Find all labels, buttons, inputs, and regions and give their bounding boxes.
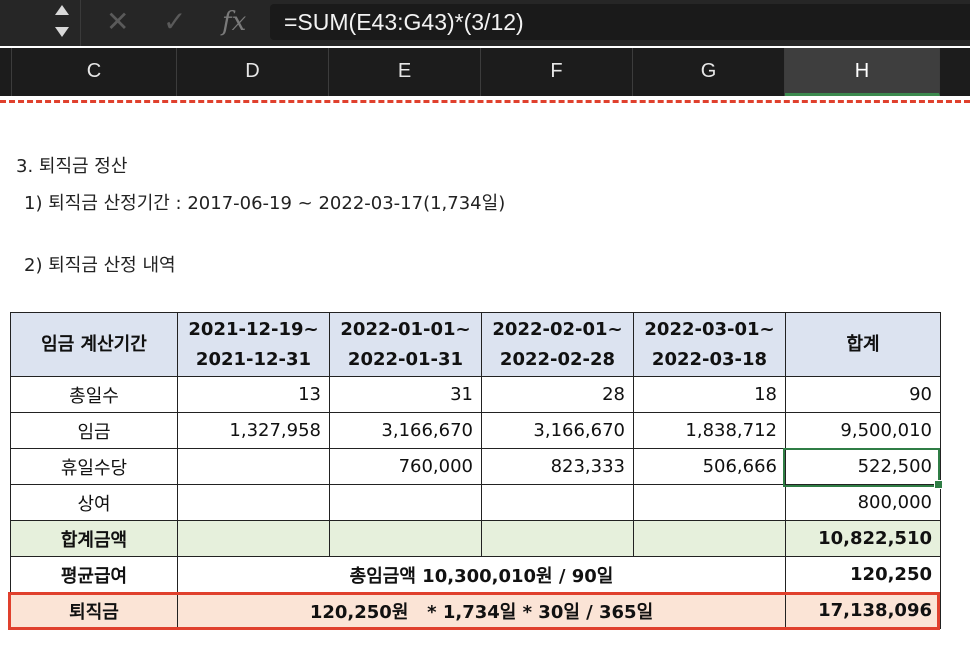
header-col2[interactable]: 2022-01-01~ 2022-01-31 xyxy=(329,312,482,377)
cell-sum-total[interactable]: 10,822,510 xyxy=(785,520,941,557)
column-header-c[interactable]: C xyxy=(12,48,177,96)
cell-wage-2[interactable]: 3,166,670 xyxy=(329,412,482,449)
header-col4-line1: 2022-03-01~ xyxy=(644,318,775,340)
cell-bonus-3[interactable] xyxy=(481,484,634,521)
severance-row: 퇴직금 120,250원 * 1,734일 * 30일 / 365일 17,13… xyxy=(10,592,941,629)
column-header-row: C D E F G H xyxy=(0,48,970,96)
spreadsheet-window: ✕ ✓ fx =SUM(E43:G43)*(3/12) C D E F G H … xyxy=(0,0,970,666)
stepper-up-icon[interactable] xyxy=(55,5,69,15)
header-col1[interactable]: 2021-12-19~ 2021-12-31 xyxy=(177,312,330,377)
column-header-f[interactable]: F xyxy=(481,48,633,96)
cell-days-1[interactable]: 13 xyxy=(177,376,330,413)
column-header-e[interactable]: E xyxy=(329,48,481,96)
cell-holiday-3[interactable]: 823,333 xyxy=(481,448,634,485)
table-row: 휴일수당 760,000 823,333 506,666 522,500 xyxy=(10,448,941,485)
header-col4-line2: 2022-03-18 xyxy=(651,348,768,370)
period-line: 1) 퇴직금 산정기간 : 2017-06-19 ~ 2022-03-17(1,… xyxy=(24,193,506,214)
cell-days-2[interactable]: 31 xyxy=(329,376,482,413)
cell-severance-formula[interactable]: 120,250원 * 1,734일 * 30일 / 365일 xyxy=(177,592,786,629)
cell-holiday-total[interactable]: 522,500 xyxy=(785,448,941,485)
column-header-g[interactable]: G xyxy=(633,48,785,96)
header-col2-line1: 2022-01-01~ xyxy=(340,318,471,340)
cell-bonus-total[interactable]: 800,000 xyxy=(785,484,941,521)
cell-average-formula[interactable]: 총임금액 10,300,010원 / 90일 xyxy=(177,556,786,593)
detail-title: 2) 퇴직금 산정 내역 xyxy=(24,255,176,276)
cell-holiday-4[interactable]: 506,666 xyxy=(633,448,786,485)
header-col4[interactable]: 2022-03-01~ 2022-03-18 xyxy=(633,312,786,377)
formula-input[interactable]: =SUM(E43:G43)*(3/12) xyxy=(270,4,970,40)
row-label-sum[interactable]: 합계금액 xyxy=(10,520,178,557)
cell-holiday-1[interactable] xyxy=(177,448,330,485)
cell-severance-total[interactable]: 17,138,096 xyxy=(785,592,941,629)
cell-sum-1[interactable] xyxy=(177,520,330,557)
fill-handle[interactable] xyxy=(934,480,943,489)
row-label-bonus[interactable]: 상여 xyxy=(10,484,178,521)
header-col3-line1: 2022-02-01~ xyxy=(492,318,623,340)
confirm-icon[interactable]: ✓ xyxy=(163,4,186,40)
table-row: 임금 1,327,958 3,166,670 3,166,670 1,838,7… xyxy=(10,412,941,449)
table-row: 총일수 13 31 28 18 90 xyxy=(10,376,941,413)
row-label-days[interactable]: 총일수 xyxy=(10,376,178,413)
header-col1-line2: 2021-12-31 xyxy=(195,348,312,370)
sum-row: 합계금액 10,822,510 xyxy=(10,520,941,557)
cell-wage-total[interactable]: 9,500,010 xyxy=(785,412,941,449)
cell-wage-1[interactable]: 1,327,958 xyxy=(177,412,330,449)
cell-sum-2[interactable] xyxy=(329,520,482,557)
severance-table: 임금 계산기간 2021-12-19~ 2021-12-31 2022-01-01… xyxy=(10,312,941,629)
table-header-row: 임금 계산기간 2021-12-19~ 2021-12-31 2022-01-01… xyxy=(10,312,941,377)
header-col2-line2: 2022-01-31 xyxy=(347,348,464,370)
column-header-h[interactable]: H xyxy=(785,48,940,96)
cell-days-4[interactable]: 18 xyxy=(633,376,786,413)
header-col3[interactable]: 2022-02-01~ 2022-02-28 xyxy=(481,312,634,377)
average-row: 평균급여 총임금액 10,300,010원 / 90일 120,250 xyxy=(10,556,941,593)
cell-days-total[interactable]: 90 xyxy=(785,376,941,413)
formula-bar: ✕ ✓ fx =SUM(E43:G43)*(3/12) xyxy=(0,0,970,46)
row-label-wage[interactable]: 임금 xyxy=(10,412,178,449)
cell-bonus-2[interactable] xyxy=(329,484,482,521)
section-title: 3. 퇴직금 정산 xyxy=(16,156,128,177)
page-break-line xyxy=(0,100,970,103)
header-total[interactable]: 합계 xyxy=(785,312,941,377)
cancel-icon[interactable]: ✕ xyxy=(106,4,129,40)
row-label-severance[interactable]: 퇴직금 xyxy=(10,592,178,629)
formula-bar-divider xyxy=(80,0,81,46)
cell-bonus-1[interactable] xyxy=(177,484,330,521)
row-label-holiday[interactable]: 휴일수당 xyxy=(10,448,178,485)
insert-function-icon[interactable]: fx xyxy=(222,4,246,40)
cell-holiday-2[interactable]: 760,000 xyxy=(329,448,482,485)
stepper-down-icon[interactable] xyxy=(55,27,69,37)
header-col3-line2: 2022-02-28 xyxy=(499,348,616,370)
cell-sum-4[interactable] xyxy=(633,520,786,557)
header-period[interactable]: 임금 계산기간 xyxy=(10,312,178,377)
column-header-d[interactable]: D xyxy=(177,48,329,96)
cell-average-total[interactable]: 120,250 xyxy=(785,556,941,593)
column-header-spacer xyxy=(0,48,12,96)
table-row: 상여 800,000 xyxy=(10,484,941,521)
cell-days-3[interactable]: 28 xyxy=(481,376,634,413)
cell-wage-3[interactable]: 3,166,670 xyxy=(481,412,634,449)
row-label-average[interactable]: 평균급여 xyxy=(10,556,178,593)
cell-wage-4[interactable]: 1,838,712 xyxy=(633,412,786,449)
cell-sum-3[interactable] xyxy=(481,520,634,557)
header-col1-line1: 2021-12-19~ xyxy=(188,318,319,340)
row-stepper[interactable] xyxy=(48,0,76,46)
cell-bonus-4[interactable] xyxy=(633,484,786,521)
